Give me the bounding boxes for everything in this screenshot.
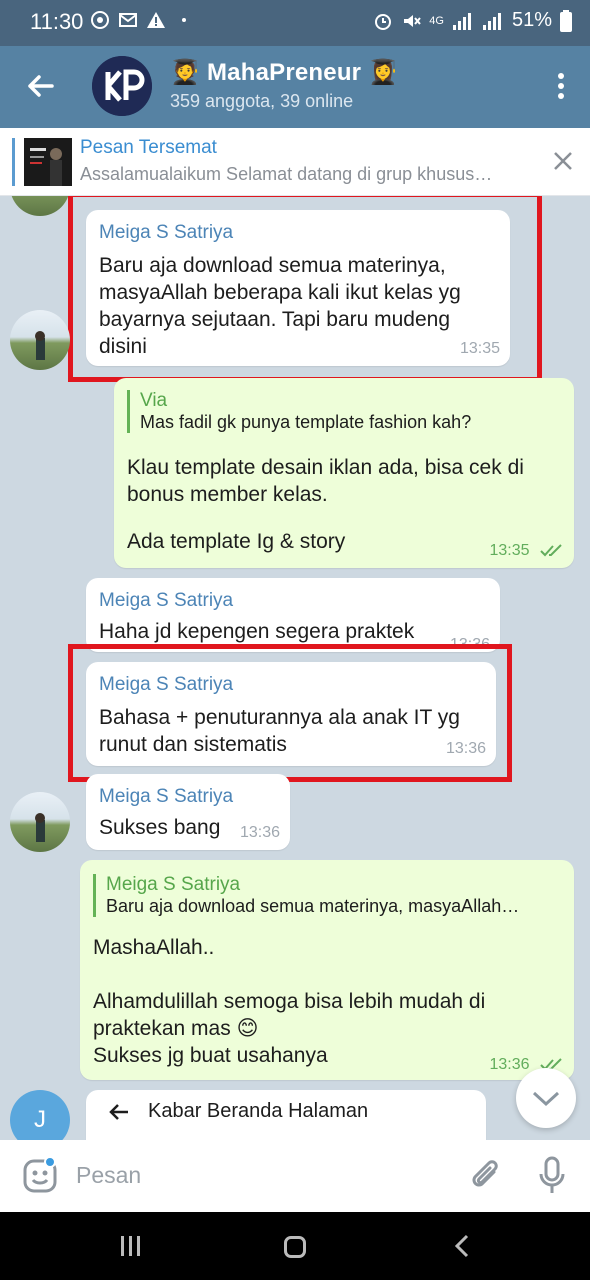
reply-text: Mas fadil gk punya template fashion kah? [140, 412, 472, 432]
alert-icon [147, 12, 165, 28]
group-title[interactable]: 🧑‍🎓 MahaPreneur 👩‍🎓 [170, 58, 398, 87]
recent-apps-icon[interactable] [120, 1236, 142, 1256]
message-text: Sukses bang [99, 816, 221, 839]
home-icon[interactable] [284, 1236, 306, 1258]
reply-text: Baru aja download semua materinya, masya… [106, 896, 520, 916]
scroll-down-button[interactable] [516, 1068, 576, 1128]
microphone-icon[interactable] [538, 1156, 566, 1196]
close-icon[interactable] [552, 150, 574, 172]
group-logo-icon [92, 56, 152, 116]
message-text: Sukses jg buat usahanya [93, 1044, 328, 1067]
message-time: 13:36 [239, 824, 280, 841]
attach-icon[interactable] [470, 1158, 502, 1194]
message-time: 13:35 [490, 542, 565, 560]
message-text: Klau template desain iklan ada, bisa cek… [127, 456, 524, 506]
network-type: 4G [429, 14, 444, 27]
avatar[interactable] [10, 310, 70, 370]
system-nav-bar [0, 1212, 590, 1280]
battery-icon [560, 9, 572, 32]
double-check-icon [540, 544, 562, 557]
signal-icon-2 [482, 12, 501, 30]
reply-name: Meiga S Satriya [106, 874, 241, 895]
message-text: Ada template Ig & story [127, 530, 346, 553]
more-options-icon[interactable] [556, 70, 566, 102]
status-time: 11:30 [30, 9, 84, 34]
chat-notification-icon [91, 11, 109, 29]
group-member-count: 359 anggota, 39 online [170, 91, 354, 111]
group-avatar[interactable] [92, 56, 152, 116]
message-bubble[interactable]: Kabar Beranda Halaman [86, 1090, 486, 1140]
sender-name[interactable]: Meiga S Satriya [99, 590, 233, 612]
pinned-accent-bar [12, 138, 15, 186]
outgoing-message-bubble[interactable]: Meiga S Satriya Baru aja download semua … [80, 860, 574, 1080]
reply-quote[interactable]: Meiga S Satriya Baru aja download semua … [93, 874, 559, 917]
chevron-down-icon [532, 1091, 560, 1107]
avatar[interactable] [10, 792, 70, 852]
status-bar: 11:30 4G 51% [0, 0, 590, 46]
avatar[interactable] [10, 196, 70, 216]
avatar[interactable]: J [10, 1090, 70, 1140]
mail-notification-icon [119, 13, 137, 27]
message-input-bar: Pesan [0, 1140, 590, 1212]
arrow-left-icon [109, 1104, 128, 1120]
chat-header: 🧑‍🎓 MahaPreneur 👩‍🎓 359 anggota, 39 onli… [0, 46, 590, 128]
pinned-message-bar[interactable]: Pesan Tersemat Assalamualaikum Selamat d… [0, 128, 590, 196]
message-bubble[interactable]: Meiga S Satriya Haha jd kepengen segera … [86, 578, 500, 653]
reply-name: Via [140, 390, 168, 411]
notification-dot [44, 1156, 56, 1168]
alarm-icon [375, 13, 392, 30]
mute-icon [404, 14, 422, 27]
back-arrow-icon[interactable] [24, 70, 56, 102]
pinned-thumbnail [24, 138, 72, 186]
outgoing-message-bubble[interactable]: Via Mas fadil gk punya template fashion … [114, 378, 574, 568]
battery-percent: 51% [511, 9, 552, 31]
highlight-box [68, 644, 512, 782]
nav-back-icon[interactable] [454, 1234, 470, 1258]
signal-icon [452, 12, 471, 30]
pinned-text: Assalamualaikum Selamat datang di grup k… [80, 164, 493, 184]
message-input[interactable]: Pesan [76, 1162, 141, 1189]
message-bubble[interactable]: Meiga S Satriya Sukses bang 13:36 [86, 774, 290, 850]
sender-name[interactable]: Meiga S Satriya [99, 786, 233, 808]
highlight-box [68, 196, 542, 382]
message-text: MashaAllah.. [93, 936, 215, 959]
message-text: Kabar Beranda Halaman [148, 1100, 369, 1122]
message-text: Haha jd kepengen segera praktek [99, 620, 415, 643]
message-text: Alhamdulillah semoga bisa lebih mudah di… [93, 990, 486, 1040]
chat-area[interactable]: Meiga S Satriya Baru aja download semua … [0, 196, 590, 1140]
dot-icon [182, 18, 186, 22]
reply-quote[interactable]: Via Mas fadil gk punya template fashion … [127, 390, 557, 433]
pinned-title: Pesan Tersemat [80, 137, 217, 158]
